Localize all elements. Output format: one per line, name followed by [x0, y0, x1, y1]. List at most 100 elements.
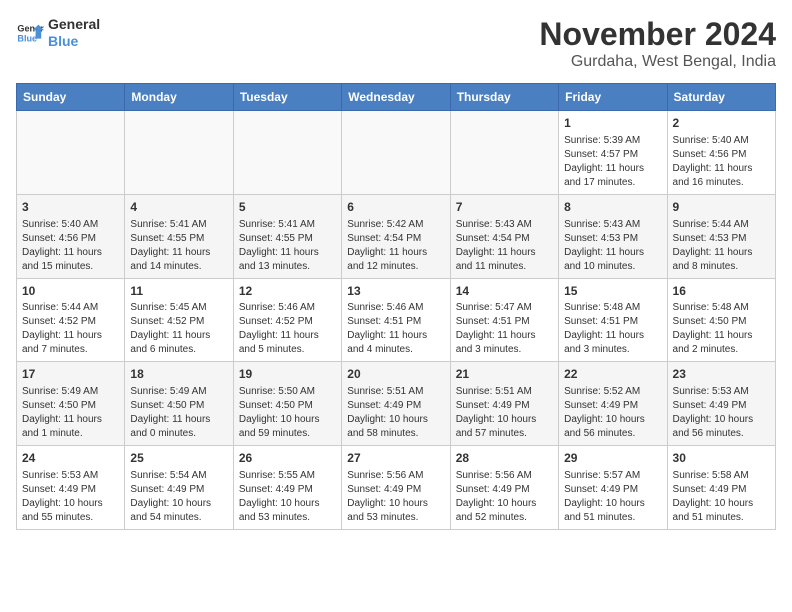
day-info: Sunset: 4:56 PM	[22, 232, 119, 246]
day-number: 14	[456, 283, 553, 300]
title-block: November 2024 Gurdaha, West Bengal, Indi…	[539, 16, 776, 71]
day-info: Sunset: 4:50 PM	[130, 399, 227, 413]
day-info: Sunset: 4:49 PM	[673, 399, 770, 413]
day-number: 8	[564, 199, 661, 216]
day-info: Sunset: 4:50 PM	[673, 315, 770, 329]
day-info: Sunrise: 5:40 AM	[673, 134, 770, 148]
day-info: Sunrise: 5:40 AM	[22, 218, 119, 232]
day-info: Sunset: 4:53 PM	[673, 232, 770, 246]
day-info: Sunset: 4:49 PM	[22, 483, 119, 497]
day-info: Sunset: 4:52 PM	[22, 315, 119, 329]
day-info: Daylight: 10 hours and 51 minutes.	[673, 497, 770, 525]
calendar-cell: 26Sunrise: 5:55 AMSunset: 4:49 PMDayligh…	[233, 446, 341, 530]
day-number: 11	[130, 283, 227, 300]
week-row-2: 3 Sunrise: 5:40 AMSunset: 4:56 PMDaylight…	[17, 194, 776, 278]
column-header-saturday: Saturday	[667, 84, 775, 111]
calendar-cell	[233, 111, 341, 195]
day-info: Sunset: 4:50 PM	[22, 399, 119, 413]
day-info: Sunrise: 5:53 AM	[673, 385, 770, 399]
calendar-cell: 20Sunrise: 5:51 AMSunset: 4:49 PMDayligh…	[342, 362, 450, 446]
day-info: Sunrise: 5:56 AM	[347, 469, 444, 483]
day-info: Sunset: 4:54 PM	[347, 232, 444, 246]
day-info: Daylight: 10 hours and 56 minutes.	[564, 413, 661, 441]
logo-general: General	[48, 16, 100, 33]
day-info: Sunrise: 5:43 AM	[564, 218, 661, 232]
day-number: 12	[239, 283, 336, 300]
day-info: Daylight: 10 hours and 53 minutes.	[239, 497, 336, 525]
day-info: Sunrise: 5:45 AM	[130, 301, 227, 315]
day-number: 20	[347, 366, 444, 383]
day-info: Daylight: 11 hours and 3 minutes.	[564, 329, 661, 357]
day-info: Daylight: 11 hours and 5 minutes.	[239, 329, 336, 357]
calendar-cell: 14Sunrise: 5:47 AMSunset: 4:51 PMDayligh…	[450, 278, 558, 362]
day-info: Daylight: 11 hours and 2 minutes.	[673, 329, 770, 357]
day-info: Sunrise: 5:51 AM	[456, 385, 553, 399]
day-number: 13	[347, 283, 444, 300]
day-number: 22	[564, 366, 661, 383]
day-info: Sunset: 4:49 PM	[456, 399, 553, 413]
day-info: Daylight: 11 hours and 15 minutes.	[22, 246, 119, 274]
calendar-cell: 3 Sunrise: 5:40 AMSunset: 4:56 PMDaylight…	[17, 194, 125, 278]
column-header-monday: Monday	[125, 84, 233, 111]
day-info: Sunrise: 5:39 AM	[564, 134, 661, 148]
day-number: 24	[22, 450, 119, 467]
day-number: 15	[564, 283, 661, 300]
calendar-header-row: SundayMondayTuesdayWednesdayThursdayFrid…	[17, 84, 776, 111]
day-info: Sunset: 4:52 PM	[239, 315, 336, 329]
calendar-cell: 19Sunrise: 5:50 AMSunset: 4:50 PMDayligh…	[233, 362, 341, 446]
day-number: 4	[130, 199, 227, 216]
calendar-cell: 28Sunrise: 5:56 AMSunset: 4:49 PMDayligh…	[450, 446, 558, 530]
day-info: Sunrise: 5:51 AM	[347, 385, 444, 399]
logo-icon: General Blue	[16, 19, 44, 47]
day-info: Daylight: 10 hours and 53 minutes.	[347, 497, 444, 525]
day-info: Sunset: 4:51 PM	[564, 315, 661, 329]
day-info: Sunrise: 5:46 AM	[347, 301, 444, 315]
day-info: Sunrise: 5:53 AM	[22, 469, 119, 483]
day-info: Sunset: 4:49 PM	[564, 483, 661, 497]
day-info: Daylight: 11 hours and 7 minutes.	[22, 329, 119, 357]
day-info: Sunrise: 5:54 AM	[130, 469, 227, 483]
day-info: Sunset: 4:51 PM	[456, 315, 553, 329]
day-number: 3	[22, 199, 119, 216]
day-info: Sunset: 4:55 PM	[130, 232, 227, 246]
day-info: Daylight: 11 hours and 17 minutes.	[564, 162, 661, 190]
svg-text:Blue: Blue	[17, 33, 37, 43]
calendar-cell	[17, 111, 125, 195]
column-header-sunday: Sunday	[17, 84, 125, 111]
day-info: Sunset: 4:51 PM	[347, 315, 444, 329]
day-info: Sunset: 4:49 PM	[673, 483, 770, 497]
month-title: November 2024	[539, 16, 776, 53]
day-info: Sunrise: 5:46 AM	[239, 301, 336, 315]
calendar-cell: 15Sunrise: 5:48 AMSunset: 4:51 PMDayligh…	[559, 278, 667, 362]
column-header-tuesday: Tuesday	[233, 84, 341, 111]
day-info: Sunset: 4:49 PM	[347, 399, 444, 413]
calendar-cell: 13Sunrise: 5:46 AMSunset: 4:51 PMDayligh…	[342, 278, 450, 362]
day-info: Daylight: 11 hours and 3 minutes.	[456, 329, 553, 357]
day-info: Daylight: 10 hours and 51 minutes.	[564, 497, 661, 525]
day-number: 1	[564, 115, 661, 132]
day-info: Sunset: 4:56 PM	[673, 148, 770, 162]
day-info: Daylight: 10 hours and 59 minutes.	[239, 413, 336, 441]
day-number: 18	[130, 366, 227, 383]
week-row-3: 10Sunrise: 5:44 AMSunset: 4:52 PMDayligh…	[17, 278, 776, 362]
calendar-cell: 11Sunrise: 5:45 AMSunset: 4:52 PMDayligh…	[125, 278, 233, 362]
day-number: 9	[673, 199, 770, 216]
calendar-cell: 5Sunrise: 5:41 AMSunset: 4:55 PMDaylight…	[233, 194, 341, 278]
calendar-cell: 4Sunrise: 5:41 AMSunset: 4:55 PMDaylight…	[125, 194, 233, 278]
day-number: 5	[239, 199, 336, 216]
calendar-cell: 17Sunrise: 5:49 AMSunset: 4:50 PMDayligh…	[17, 362, 125, 446]
calendar-cell: 10Sunrise: 5:44 AMSunset: 4:52 PMDayligh…	[17, 278, 125, 362]
day-info: Sunrise: 5:47 AM	[456, 301, 553, 315]
day-info: Sunrise: 5:42 AM	[347, 218, 444, 232]
day-info: Sunrise: 5:55 AM	[239, 469, 336, 483]
day-info: Sunrise: 5:44 AM	[673, 218, 770, 232]
logo-blue: Blue	[48, 33, 100, 50]
calendar-cell: 24Sunrise: 5:53 AMSunset: 4:49 PMDayligh…	[17, 446, 125, 530]
day-info: Sunrise: 5:49 AM	[130, 385, 227, 399]
day-info: Daylight: 11 hours and 1 minute.	[22, 413, 119, 441]
day-info: Daylight: 10 hours and 57 minutes.	[456, 413, 553, 441]
calendar-cell: 8Sunrise: 5:43 AMSunset: 4:53 PMDaylight…	[559, 194, 667, 278]
week-row-5: 24Sunrise: 5:53 AMSunset: 4:49 PMDayligh…	[17, 446, 776, 530]
day-info: Sunset: 4:49 PM	[347, 483, 444, 497]
day-number: 7	[456, 199, 553, 216]
